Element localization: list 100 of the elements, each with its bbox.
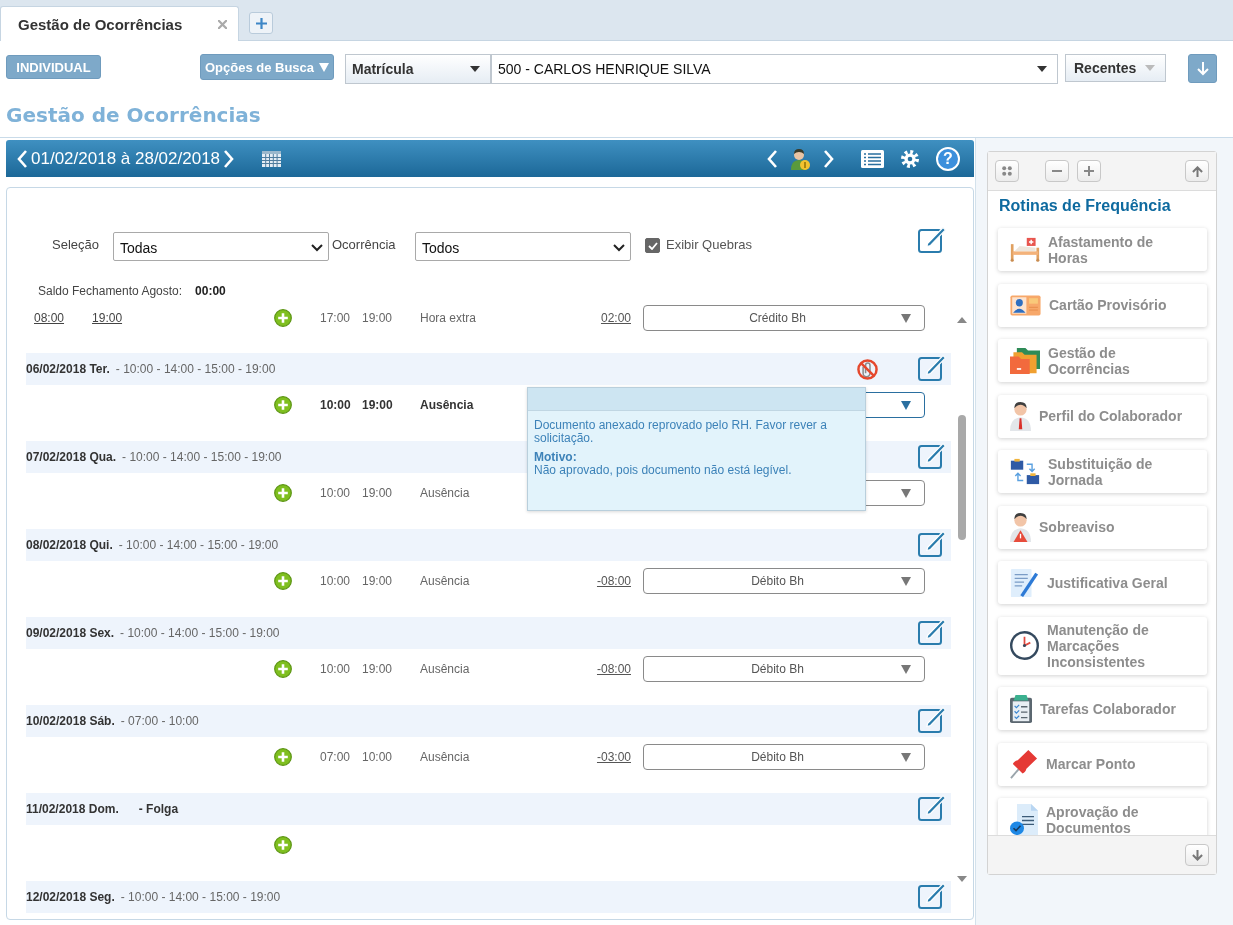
- paperclip-prohibited-icon[interactable]: [857, 358, 878, 380]
- classification-select[interactable]: Débito Bh: [643, 568, 925, 594]
- arrow-down-icon: [1196, 61, 1209, 76]
- close-icon[interactable]: [218, 19, 227, 29]
- swap-icon: [1010, 458, 1040, 485]
- person-coin-icon[interactable]: [790, 147, 810, 170]
- bed-icon: [1010, 237, 1040, 262]
- start-time: 17:00: [320, 311, 351, 325]
- add-icon[interactable]: [274, 836, 292, 854]
- pushpin-icon: [1010, 749, 1038, 779]
- day-date: 09/02/2018 Sex.: [26, 626, 115, 640]
- punch-time-link[interactable]: 19:00: [92, 311, 123, 325]
- checkbox-label: Exibir Quebras: [666, 237, 752, 252]
- start-time: 10:00: [320, 398, 351, 412]
- occurrence-label: Ocorrência: [332, 237, 397, 252]
- grid-dots-icon: [1002, 166, 1012, 176]
- caret-icon: [901, 664, 911, 674]
- panel-title: Rotinas de Frequência: [999, 196, 1172, 216]
- start-time: 10:00: [320, 486, 351, 500]
- balance-hours-link[interactable]: 02:00: [600, 311, 631, 325]
- zoom-out-button[interactable]: [1045, 160, 1069, 182]
- document-check-icon: [1010, 803, 1038, 835]
- day-date: 08/02/2018 Qui.: [26, 538, 113, 552]
- arrow-down-icon: [1191, 849, 1203, 861]
- tooltip-reason: Não aprovado, pois documento não está legível.: [534, 464, 793, 477]
- page-title: Gestão de Ocorrências: [6, 102, 262, 128]
- balance-label: Saldo Fechamento Agosto:: [38, 284, 183, 298]
- period-range: 01/02/2018 à 28/02/2018: [31, 148, 221, 169]
- start-time: 07:00: [320, 750, 351, 764]
- caret-icon: [901, 400, 911, 410]
- occurrence-type: Ausência: [420, 662, 470, 676]
- list-icon[interactable]: [861, 149, 884, 168]
- add-icon[interactable]: [274, 309, 292, 327]
- chevron-left-icon[interactable]: [17, 149, 28, 168]
- occurrence-select[interactable]: Todos: [415, 232, 631, 261]
- plus-icon: [1084, 166, 1094, 176]
- end-time: 19:00: [362, 574, 393, 588]
- edit-icon[interactable]: [918, 353, 946, 381]
- settings-icon[interactable]: [901, 149, 919, 168]
- add-icon[interactable]: [274, 396, 292, 414]
- edit-icon[interactable]: [918, 881, 946, 909]
- chevron-right-icon[interactable]: [823, 149, 834, 168]
- selection-label: Seleção: [52, 237, 100, 252]
- edit-icon[interactable]: [918, 226, 946, 253]
- balance-hours-link[interactable]: -08:00: [596, 662, 631, 676]
- day-schedule: - 10:00 - 14:00 - 15:00 - 19:00: [118, 538, 279, 552]
- scroll-down-icon[interactable]: [956, 876, 967, 882]
- download-button[interactable]: [1188, 54, 1217, 83]
- scroll-up-icon[interactable]: [956, 317, 967, 323]
- edit-icon[interactable]: [918, 617, 946, 645]
- occurrence-type: Ausência: [420, 398, 474, 412]
- recent-select[interactable]: Recentes: [1065, 54, 1166, 82]
- edit-icon[interactable]: [918, 529, 946, 557]
- tooltip-reason-label: Motivo:: [534, 451, 578, 464]
- classification-select[interactable]: Crédito Bh: [643, 305, 925, 331]
- tab[interactable]: Gestão de Ocorrências: [0, 6, 239, 41]
- new-tab-button[interactable]: [249, 12, 273, 34]
- edit-icon[interactable]: [918, 441, 946, 469]
- balance-hours-link[interactable]: -08:00: [596, 574, 631, 588]
- selection-select[interactable]: Todas: [113, 232, 329, 261]
- minus-icon: [1052, 170, 1062, 172]
- chevron-left-icon[interactable]: [767, 149, 778, 168]
- scroll-up-button[interactable]: [1185, 160, 1209, 182]
- folders-icon: [1010, 347, 1040, 374]
- day-date: 06/02/2018 Ter.: [26, 362, 110, 376]
- key-select[interactable]: Matrícula: [345, 54, 491, 84]
- day-schedule: - 10:00 - 14:00 - 15:00 - 19:00: [115, 362, 276, 376]
- chevron-right-icon[interactable]: [223, 149, 235, 168]
- scroll-down-button[interactable]: [1185, 844, 1209, 866]
- day-date: 10/02/2018 Sáb.: [26, 714, 115, 728]
- balance-hours-link[interactable]: -03:00: [596, 750, 631, 764]
- person-warning-icon: [1010, 512, 1031, 542]
- end-time: 19:00: [362, 662, 393, 676]
- scrollbar-thumb[interactable]: [957, 415, 966, 540]
- tooltip-message: Documento anexado reprovado pelo RH. Favor rever a solicitação.: [534, 419, 828, 445]
- classification-select[interactable]: Débito Bh: [643, 744, 925, 770]
- end-time: 19:00: [362, 311, 393, 325]
- punch-time-link[interactable]: 08:00: [34, 311, 65, 325]
- clock-icon: [1010, 631, 1039, 660]
- classification-select[interactable]: Débito Bh: [643, 656, 925, 682]
- occurrence-type: Hora extra: [420, 311, 477, 325]
- zoom-in-button[interactable]: [1077, 160, 1101, 182]
- day-schedule: - 10:00 - 14:00 - 15:00 - 19:00: [120, 626, 280, 640]
- add-icon[interactable]: [274, 572, 292, 590]
- grid-view-button[interactable]: [995, 160, 1019, 182]
- day-schedule: - Folga: [138, 802, 179, 816]
- edit-icon[interactable]: [918, 793, 946, 821]
- day-date: 07/02/2018 Qua.: [26, 450, 117, 464]
- add-icon[interactable]: [274, 748, 292, 766]
- edit-icon[interactable]: [918, 705, 946, 733]
- add-icon[interactable]: [274, 660, 292, 678]
- document-pen-icon: [1010, 567, 1039, 598]
- checkbox[interactable]: [645, 238, 660, 253]
- id-card-icon: [1010, 294, 1041, 316]
- calendar-icon[interactable]: [262, 150, 282, 167]
- employee-select[interactable]: 500 - CARLOS HENRIQUE SILVA: [491, 54, 1058, 84]
- caret-icon: [1037, 66, 1047, 72]
- occurrence-type: Ausência: [420, 574, 470, 588]
- chevron-down-icon: [311, 243, 323, 252]
- add-icon[interactable]: [274, 484, 292, 502]
